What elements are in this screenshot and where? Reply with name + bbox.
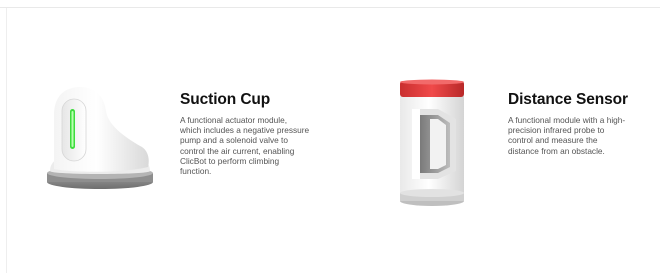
distance-sensor-description: A functional module with a high-precisio… bbox=[508, 115, 626, 156]
suction-cup-module-image bbox=[47, 87, 153, 189]
suction-cup-description: A functional actuator module, which incl… bbox=[180, 115, 310, 177]
suction-cup-title: Suction Cup bbox=[180, 91, 271, 108]
distance-sensor-title: Distance Sensor bbox=[508, 91, 628, 108]
distance-sensor-module-image bbox=[400, 79, 464, 206]
top-divider bbox=[0, 7, 660, 8]
module-showcase: Suction Cup A functional actuator module… bbox=[0, 0, 660, 273]
left-divider bbox=[6, 8, 7, 273]
